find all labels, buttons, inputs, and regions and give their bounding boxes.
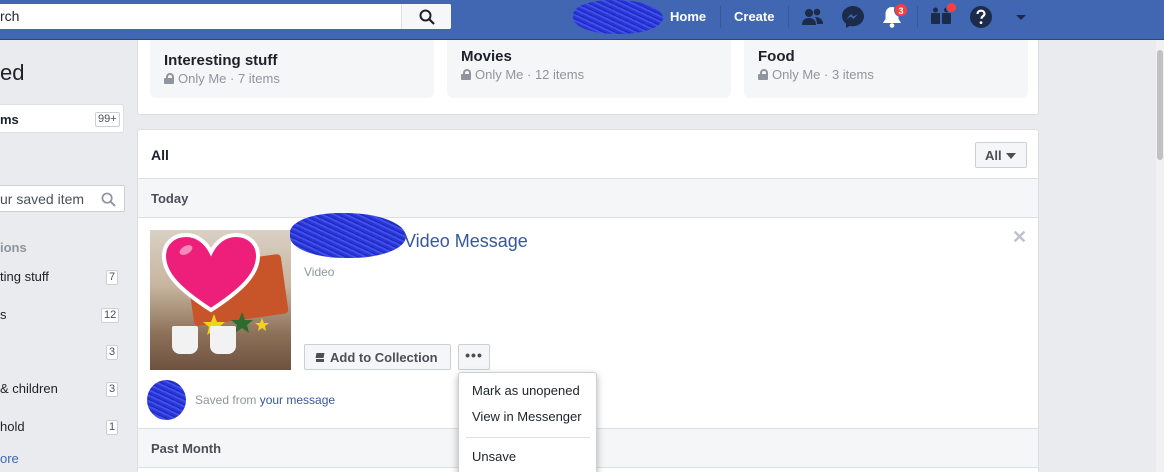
collection-stack-icon: [315, 353, 325, 363]
account-menu-icon[interactable]: [1008, 4, 1034, 30]
more-options-menu: Mark as unopened View in Messenger Unsav…: [458, 372, 597, 472]
sidebar-collection-item[interactable]: & children 3: [0, 379, 124, 399]
source-avatar-redacted: [147, 380, 186, 420]
friend-requests-indicator: [946, 2, 957, 13]
collection-title: Food: [758, 48, 795, 65]
section-header-today: Today: [138, 178, 1038, 218]
collection-count: 7: [106, 270, 119, 285]
saved-from-link[interactable]: your message: [260, 393, 335, 407]
collection-count: 1: [106, 420, 119, 435]
menu-divider: [466, 437, 590, 438]
more-options-button[interactable]: •••: [458, 344, 490, 370]
collection-count: 3: [106, 382, 119, 397]
sidebar-item-label: ms: [0, 112, 19, 127]
saved-items-count: 99+: [95, 112, 120, 127]
scrollbar-thumb[interactable]: [1157, 50, 1163, 160]
video-thumbnail[interactable]: [150, 230, 291, 370]
collection-meta-text: Only Me · 12 items: [475, 67, 585, 82]
collection-name: ting stuff: [0, 269, 49, 284]
filter-dropdown-label: All: [985, 148, 1002, 163]
collection-title: Movies: [461, 48, 512, 65]
home-link[interactable]: Home: [670, 9, 706, 24]
collection-card-interesting-stuff[interactable]: Interesting stuff Only Me · 7 items: [150, 40, 434, 98]
sender-name-redacted: [290, 213, 406, 258]
sidebar-collection-item[interactable]: ting stuff 7: [0, 267, 124, 287]
close-icon[interactable]: ✕: [1012, 227, 1027, 248]
search-placeholder: ur saved item: [0, 191, 85, 207]
sidebar-collection-item[interactable]: 3: [0, 342, 124, 362]
sidebar-item-saved-items[interactable]: ms 99+: [0, 104, 124, 133]
thumbnail-cup: [210, 326, 236, 354]
page-title: ed: [0, 60, 25, 85]
section-label: Past Month: [151, 441, 222, 456]
collection-meta: Only Me · 7 items: [164, 71, 280, 86]
menu-item-unsave[interactable]: Unsave: [472, 449, 516, 464]
section-label: Today: [151, 191, 189, 206]
sidebar-collection-item[interactable]: s 12: [0, 305, 124, 325]
messenger-icon[interactable]: [840, 4, 866, 30]
nav-divider: [788, 6, 789, 28]
saved-from-prefix: Saved from: [195, 393, 257, 407]
page-scrollbar[interactable]: [1156, 40, 1164, 472]
saved-item-type: Video: [304, 265, 335, 279]
thumbnail-cup: [172, 326, 198, 354]
saved-item-title[interactable]: Video Message: [404, 231, 528, 252]
search-icon: [419, 9, 435, 25]
nav-divider: [917, 6, 918, 28]
help-icon[interactable]: [968, 4, 994, 30]
add-to-collection-label: Add to Collection: [330, 350, 438, 365]
collections-section-label: ions: [0, 240, 27, 255]
collection-count: 3: [106, 345, 119, 360]
collection-name: s: [0, 307, 7, 322]
collections-panel: Interesting stuff Only Me · 7 items Movi…: [137, 40, 1039, 115]
search-input[interactable]: rch: [0, 4, 451, 29]
collection-name: hold: [0, 419, 25, 434]
menu-item-mark-unopened[interactable]: Mark as unopened: [472, 383, 580, 398]
lock-icon: [758, 69, 768, 80]
create-link[interactable]: Create: [734, 9, 774, 24]
collection-meta: Only Me · 3 items: [758, 67, 874, 82]
collection-name: & children: [0, 381, 58, 396]
search-button[interactable]: [401, 4, 451, 29]
friends-icon[interactable]: [800, 4, 826, 30]
profile-name-redacted[interactable]: [573, 0, 663, 34]
sidebar-collection-item[interactable]: hold 1: [0, 417, 124, 437]
search-icon: [101, 192, 116, 207]
filter-dropdown[interactable]: All: [975, 142, 1027, 168]
saved-items-search-input[interactable]: ur saved item: [0, 185, 125, 212]
see-more-link[interactable]: ore: [0, 451, 19, 466]
search-text: rch: [0, 8, 20, 24]
collection-meta: Only Me · 12 items: [461, 67, 584, 82]
saved-from-text: Saved from your message: [195, 393, 335, 407]
collection-card-food[interactable]: Food Only Me · 3 items: [744, 40, 1028, 98]
collection-card-movies[interactable]: Movies Only Me · 12 items: [447, 40, 731, 98]
chevron-down-icon: [1005, 153, 1016, 159]
collection-count: 12: [101, 308, 120, 323]
lock-icon: [164, 73, 174, 84]
top-navigation-bar: rch Home Create 3: [0, 0, 1164, 40]
notifications-badge: 3: [894, 3, 908, 17]
lock-icon: [461, 69, 471, 80]
heart-icon: [161, 232, 261, 313]
list-title: All: [151, 147, 169, 163]
collection-meta-text: Only Me · 7 items: [178, 71, 280, 86]
nav-divider: [720, 6, 721, 28]
collection-title: Interesting stuff: [164, 52, 278, 69]
add-to-collection-button[interactable]: Add to Collection: [304, 344, 451, 370]
menu-item-view-in-messenger[interactable]: View in Messenger: [472, 409, 582, 424]
collection-meta-text: Only Me · 3 items: [772, 67, 874, 82]
